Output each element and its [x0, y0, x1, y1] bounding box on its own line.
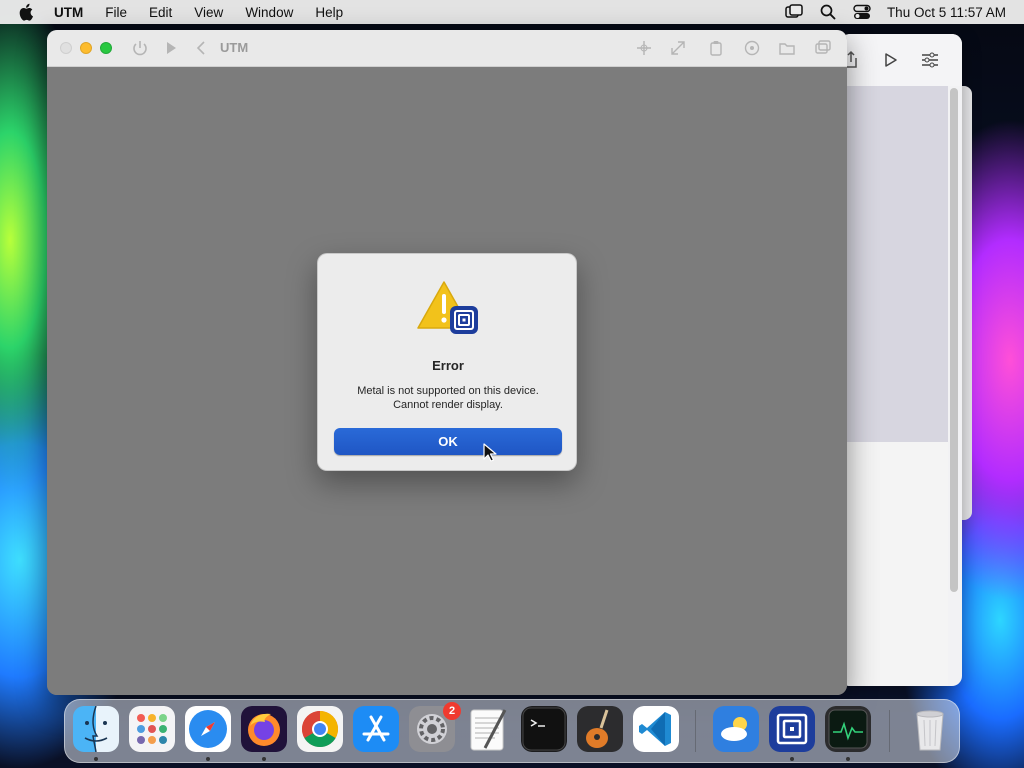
resize-icon[interactable]: [669, 39, 687, 57]
garageband-icon[interactable]: [577, 706, 623, 752]
dock-separator: [889, 710, 890, 752]
trash-icon[interactable]: [907, 706, 953, 752]
scrollbar[interactable]: [950, 88, 958, 592]
back-icon[interactable]: [192, 39, 210, 57]
close-button[interactable]: [60, 42, 72, 54]
control-center-icon[interactable]: [853, 3, 871, 21]
alert-message-line-2: Cannot render display.: [393, 399, 503, 411]
menu-clock[interactable]: Thu Oct 5 11:57 AM: [887, 5, 1006, 20]
error-alert-dialog: Error Metal is not supported on this dev…: [317, 253, 577, 471]
menu-edit[interactable]: Edit: [149, 5, 172, 20]
dock-separator: [695, 710, 696, 752]
warning-icon: [417, 281, 478, 334]
menu-window[interactable]: Window: [245, 5, 293, 20]
drive-icon[interactable]: [743, 39, 761, 57]
menu-help[interactable]: Help: [315, 5, 343, 20]
ok-button[interactable]: OK: [334, 428, 562, 455]
app-store-icon[interactable]: [353, 706, 399, 752]
firefox-icon[interactable]: [241, 706, 287, 752]
chrome-icon[interactable]: [297, 706, 343, 752]
terminal-icon[interactable]: [521, 706, 567, 752]
window-title: UTM: [220, 40, 249, 55]
play-icon[interactable]: [162, 39, 180, 57]
vm-details-area: [840, 442, 948, 686]
clipboard-icon[interactable]: [707, 39, 725, 57]
activity-monitor-running-indicator: [846, 757, 850, 761]
zoom-button[interactable]: [100, 42, 112, 54]
weather-icon[interactable]: [713, 706, 759, 752]
mouse-pointer-icon: [483, 443, 497, 462]
shared-folder-icon[interactable]: [778, 39, 796, 57]
textedit-icon[interactable]: [465, 706, 511, 752]
vm-preview-area: [840, 86, 948, 442]
power-icon[interactable]: [131, 39, 149, 57]
menu-view[interactable]: View: [194, 5, 223, 20]
finder-icon[interactable]: [73, 706, 119, 752]
activity-monitor-icon[interactable]: [825, 706, 871, 752]
menu-bar: UTM File Edit View Window Help Thu Oct 5…: [0, 0, 1024, 24]
apple-menu-icon[interactable]: [18, 0, 38, 24]
safari-running-indicator: [206, 757, 210, 761]
windows-icon[interactable]: [814, 39, 832, 57]
safari-icon[interactable]: [185, 706, 231, 752]
utm-app-icon[interactable]: [769, 706, 815, 752]
alert-message-line-1: Metal is not supported on this device.: [357, 385, 539, 397]
settings-notification-badge: 2: [443, 702, 461, 720]
alert-title: Error: [432, 358, 464, 373]
menu-file[interactable]: File: [105, 5, 127, 20]
menu-app-name[interactable]: UTM: [54, 5, 83, 20]
spotlight-search-icon[interactable]: [819, 3, 837, 21]
finder-running-indicator: [94, 757, 98, 761]
screen-mirroring-icon[interactable]: [785, 3, 803, 21]
minimize-button[interactable]: [80, 42, 92, 54]
play-icon[interactable]: [880, 50, 900, 70]
library-toolbar: [840, 34, 962, 86]
utm-running-indicator: [790, 757, 794, 761]
settings-sliders-icon[interactable]: [920, 50, 940, 70]
capture-input-icon[interactable]: [635, 39, 653, 57]
vscode-icon[interactable]: [633, 706, 679, 752]
firefox-running-indicator: [262, 757, 266, 761]
utm-library-window: [840, 34, 962, 686]
launchpad-icon[interactable]: [129, 706, 175, 752]
dock: 2: [64, 699, 960, 763]
alert-message: Metal is not supported on this device. C…: [328, 384, 568, 412]
window-titlebar: UTM: [47, 30, 847, 67]
